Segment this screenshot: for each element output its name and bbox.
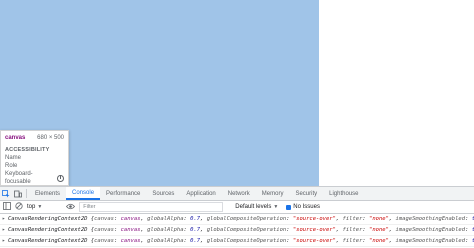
log-entry[interactable]: CanvasRenderingContext2D {canvas: canvas… (0, 214, 474, 225)
filter-input[interactable]: Filter (79, 202, 224, 212)
inspect-tooltip: canvas 680 × 500 ACCESSIBILITY Name Role… (0, 130, 69, 186)
console-log: CanvasRenderingContext2D {canvas: canvas… (0, 214, 474, 247)
tab-memory[interactable]: Memory (256, 187, 290, 200)
tab-sources[interactable]: Sources (146, 187, 180, 200)
tab-elements[interactable]: Elements (29, 187, 66, 200)
live-expression-icon[interactable] (66, 203, 76, 212)
tooltip-row-name: Name (5, 155, 22, 161)
devtools-tabbar: Elements Console Performance Sources App… (0, 187, 474, 201)
tabbar-divider (26, 189, 27, 198)
issues-button[interactable]: No Issues (286, 204, 320, 210)
devtools-panel: Elements Console Performance Sources App… (0, 186, 474, 248)
keyboard-focus-icon (57, 174, 64, 182)
clear-console-icon[interactable] (15, 202, 23, 212)
chevron-down-icon: ▼ (273, 204, 279, 210)
device-toolbar-icon[interactable] (12, 187, 24, 200)
tab-console[interactable]: Console (66, 187, 101, 200)
tooltip-section: ACCESSIBILITY (5, 147, 50, 153)
issues-label: No Issues (293, 204, 320, 210)
console-filterbar: top ▼ Filter Default levels ▼ No Issues (0, 201, 474, 214)
log-levels-label: Default levels (235, 204, 272, 210)
tab-performance[interactable]: Performance (100, 187, 146, 200)
tooltip-tag: canvas (5, 135, 26, 141)
context-label: top (27, 204, 36, 210)
sidebar-toggle-icon[interactable] (3, 202, 11, 212)
tooltip-row-role: Role (5, 163, 18, 169)
tab-application[interactable]: Application (180, 187, 221, 200)
log-entry[interactable]: CanvasRenderingContext2D {canvas: canvas… (0, 225, 474, 236)
context-selector[interactable]: top ▼ (27, 204, 42, 210)
tooltip-row-keyboard: Keyboard-focusable (5, 170, 64, 186)
issues-icon (286, 204, 292, 210)
tooltip-size: 680 × 500 (37, 135, 64, 141)
log-entry[interactable]: CanvasRenderingContext2D {canvas: canvas… (0, 236, 474, 247)
tab-network[interactable]: Network (222, 187, 256, 200)
log-levels-dropdown[interactable]: Default levels ▼ (235, 204, 278, 210)
inspect-element-icon[interactable] (0, 187, 12, 200)
chevron-down-icon: ▼ (37, 204, 43, 210)
tab-lighthouse[interactable]: Lighthouse (323, 187, 364, 200)
tab-security[interactable]: Security (289, 187, 323, 200)
